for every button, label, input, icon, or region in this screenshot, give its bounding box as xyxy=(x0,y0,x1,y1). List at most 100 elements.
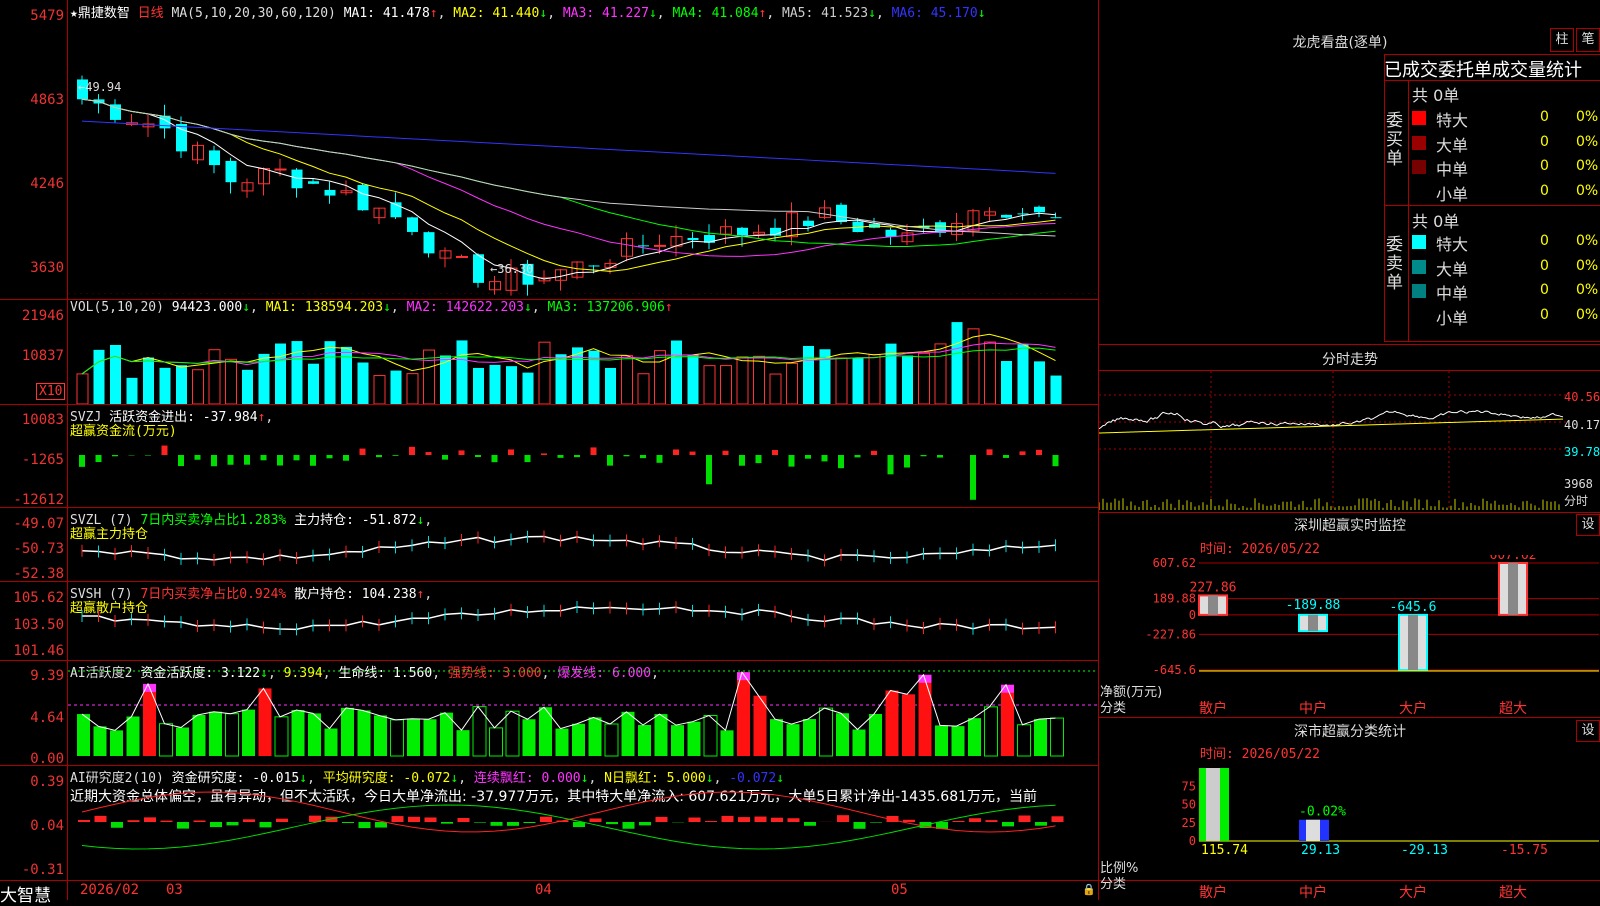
svzj-axis-label: -12612 xyxy=(0,492,64,508)
flow-bar xyxy=(393,455,399,456)
svzj-axis-label: -1265 xyxy=(0,452,64,468)
order-count: 0 xyxy=(1540,109,1549,125)
research-bar xyxy=(78,820,90,822)
realtime-settings-button[interactable]: 设 xyxy=(1576,514,1600,536)
research-bar xyxy=(689,818,701,822)
activity-bar xyxy=(638,725,651,756)
candle-body xyxy=(308,181,319,184)
research-bar xyxy=(491,822,503,826)
volume-bar xyxy=(770,374,781,404)
volume-bar xyxy=(655,351,666,404)
activity-bar xyxy=(292,710,305,756)
candle-body xyxy=(737,228,748,235)
flow-bar xyxy=(888,455,894,474)
flow-bar xyxy=(739,455,745,466)
order-count: 0 xyxy=(1540,158,1549,174)
research-bar xyxy=(639,822,651,825)
candle-body xyxy=(275,169,286,170)
cl-category-label: 散户 xyxy=(1199,884,1227,900)
rt-value-label: -645.6 xyxy=(1390,600,1437,615)
volume-bar xyxy=(704,366,715,404)
order-size-label: 特大 xyxy=(1436,107,1468,131)
brand-label[interactable]: 大智慧 xyxy=(0,881,51,906)
flow-bar xyxy=(838,455,844,468)
order-percent: 0% xyxy=(1576,109,1598,125)
dragon-subtitle: 已成交委托单成交量统计 xyxy=(1384,56,1582,82)
activity-bar xyxy=(308,713,321,756)
flow-bar xyxy=(525,455,531,462)
research-bar xyxy=(986,820,998,822)
price-high-annotation: ←49.94 xyxy=(78,80,121,94)
svzl-chart xyxy=(68,508,1098,581)
flow-bar xyxy=(756,455,762,463)
activity-bar xyxy=(275,717,288,756)
research-bar xyxy=(870,822,882,823)
vol-ma1: MA1: 138594.203 xyxy=(266,300,383,315)
activity-bar xyxy=(572,724,585,756)
research-bar xyxy=(111,822,123,828)
research-bar xyxy=(342,822,354,823)
activity-bar xyxy=(506,711,519,756)
flow-bar xyxy=(79,455,85,467)
cl-value-label: -29.13 xyxy=(1401,843,1448,858)
order-size-label: 小单 xyxy=(1436,305,1468,329)
research-bar xyxy=(705,821,717,822)
research-bar xyxy=(177,822,189,829)
research-bar xyxy=(590,818,602,822)
flow-bar xyxy=(541,453,547,455)
research-bar xyxy=(458,818,470,822)
volume-bar xyxy=(275,344,286,404)
volume-bar xyxy=(902,356,913,404)
intraday-chart[interactable] xyxy=(1099,371,1566,511)
classify-settings-button[interactable]: 设 xyxy=(1576,720,1600,742)
intraday-avg-line xyxy=(1099,419,1563,433)
research-bar xyxy=(474,822,486,823)
vol-value: 94423.000 xyxy=(172,300,242,315)
classify-bar-chart: 7550250115.74散户29.13中户-29.13大户-15.75超大-0… xyxy=(1099,760,1599,900)
lock-icon[interactable]: 🔒 xyxy=(1082,883,1096,896)
volume-bar xyxy=(721,366,732,404)
flow-bar xyxy=(690,452,696,455)
flow-bar xyxy=(492,455,498,462)
research-bar xyxy=(441,822,453,824)
research-bar xyxy=(210,822,222,827)
volume-bar xyxy=(985,342,996,404)
order-size-label: 特大 xyxy=(1436,231,1468,255)
research-bar xyxy=(722,816,734,822)
date-label: 04 xyxy=(535,882,552,898)
cl-bar-label: -0.02% xyxy=(1299,805,1346,820)
flow-bar xyxy=(591,447,597,455)
candlestick-chart[interactable] xyxy=(68,18,1098,298)
tab-tick[interactable]: 笔 xyxy=(1576,28,1600,52)
svzl-axis-label: -49.07 xyxy=(0,516,64,532)
activity-bar xyxy=(1018,725,1031,756)
volume-bar xyxy=(539,342,550,404)
activity-bar xyxy=(935,725,948,756)
volume-bar xyxy=(523,373,534,404)
cl-axis-label: 75 xyxy=(1182,779,1196,793)
ai-research-axis-label: 0.04 xyxy=(0,818,64,834)
activity-bar xyxy=(176,727,189,756)
candle-body xyxy=(473,254,484,283)
cl-value-label: 115.74 xyxy=(1201,843,1248,858)
legend-swatch xyxy=(1412,111,1426,125)
flow-bar xyxy=(343,455,349,461)
candle-body xyxy=(1034,207,1045,213)
ma-line-ma2 xyxy=(82,99,1056,271)
svsh-axis-label: 105.62 xyxy=(0,590,64,606)
volume-bar xyxy=(605,368,616,404)
flow-bar xyxy=(937,455,943,458)
order-count: 0 xyxy=(1540,307,1549,323)
flow-bar xyxy=(442,455,448,460)
volume-bar xyxy=(688,355,699,404)
vol-unit-badge[interactable]: X10 xyxy=(36,383,65,400)
volume-bar xyxy=(556,354,567,404)
volume-bar xyxy=(490,365,501,404)
cl-axis-label: 0 xyxy=(1189,834,1196,848)
volume-bar xyxy=(226,359,237,404)
research-bar xyxy=(755,817,767,822)
tab-bar[interactable]: 柱 xyxy=(1550,28,1574,52)
flow-bar xyxy=(987,449,993,455)
activity-bar xyxy=(671,725,684,756)
price-axis-label: 4246 xyxy=(0,176,64,192)
